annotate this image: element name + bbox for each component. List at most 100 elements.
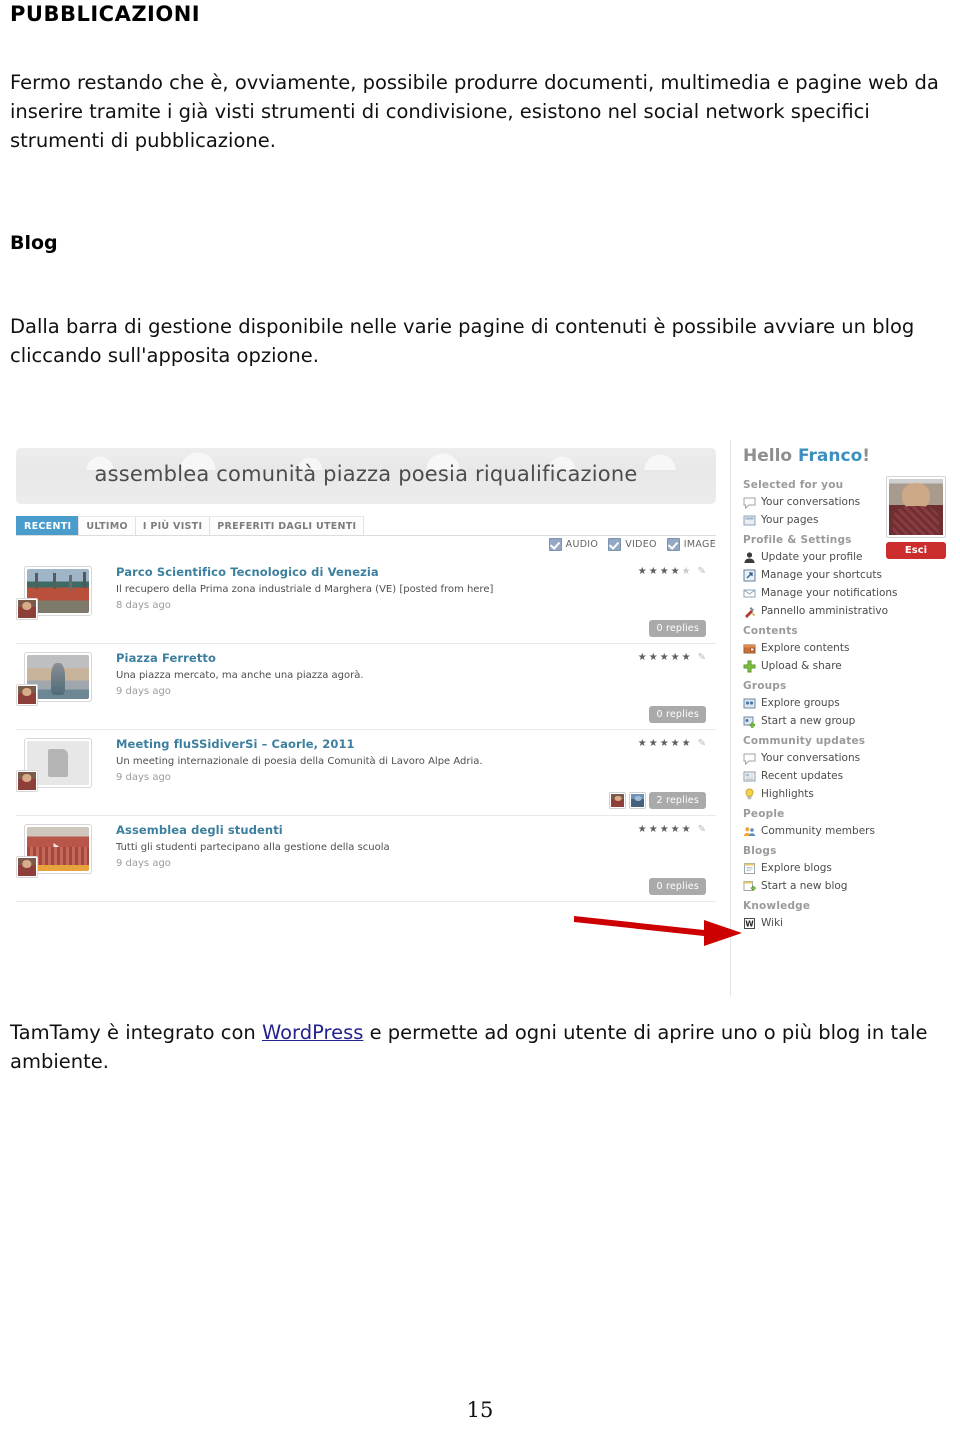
rating-stars[interactable]: ★ ★ ★ ★ ★ ✎: [638, 566, 706, 577]
pencil-edit-icon[interactable]: ✎: [698, 824, 706, 835]
tab-ultimo[interactable]: ULTIMO: [78, 516, 135, 535]
item-timestamp: 9 days ago: [116, 772, 171, 783]
star-icon[interactable]: ★: [649, 566, 658, 577]
star-icon[interactable]: ★: [638, 566, 647, 577]
author-avatar[interactable]: [16, 598, 38, 620]
star-icon[interactable]: ★: [682, 566, 691, 577]
author-avatar[interactable]: [16, 684, 38, 706]
sidebar-group-title: People: [743, 808, 785, 820]
banner-title: assemblea comunità piazza poesia riquali…: [94, 462, 638, 486]
envelope-icon: [743, 587, 756, 600]
screenshot-main-column: assemblea comunità piazza poesia riquali…: [8, 440, 730, 996]
wordpress-link[interactable]: WordPress: [262, 1021, 363, 1044]
tab-i-pi-visti[interactable]: I PIÙ VISTI: [134, 516, 210, 535]
item-title[interactable]: Piazza Ferretto: [116, 651, 216, 665]
sidebar-item-highlights[interactable]: Highlights: [743, 785, 943, 803]
group-icon: [743, 697, 756, 710]
replies-group[interactable]: 0 replies: [649, 620, 706, 637]
replies-count-badge[interactable]: 2 replies: [649, 792, 706, 809]
pencil-edit-icon[interactable]: ✎: [698, 566, 706, 577]
filter-label: VIDEO: [625, 539, 657, 550]
tools-icon: [743, 605, 756, 618]
star-icon[interactable]: ★: [682, 652, 691, 663]
sidebar-item-label: Update your profile: [761, 551, 863, 563]
filter-video[interactable]: VIDEO: [608, 538, 657, 551]
star-icon[interactable]: ★: [671, 566, 680, 577]
filter-audio[interactable]: AUDIO: [548, 538, 599, 551]
box-icon: [743, 642, 756, 655]
tab-recenti[interactable]: RECENTI: [16, 516, 79, 535]
star-icon[interactable]: ★: [638, 824, 647, 835]
item-title[interactable]: Assemblea degli studenti: [116, 823, 283, 837]
play-icon: [53, 843, 63, 855]
sidebar-item-label: Start a new group: [761, 715, 856, 727]
greeting: Hello Franco!: [743, 446, 870, 466]
rating-stars[interactable]: ★ ★ ★ ★ ★ ✎: [638, 824, 706, 835]
sidebar-item-recent-updates[interactable]: Recent updates: [743, 767, 943, 785]
star-icon[interactable]: ★: [682, 824, 691, 835]
sidebar-item-explore-blogs[interactable]: Explore blogs: [743, 859, 943, 877]
replies-count-badge[interactable]: 0 replies: [649, 878, 706, 895]
sidebar-item-label: Manage your notifications: [761, 587, 898, 599]
sidebar-group-title: Groups: [743, 680, 787, 692]
blog-paragraph: Dalla barra di gestione disponibile nell…: [10, 315, 915, 367]
star-icon[interactable]: ★: [638, 738, 647, 749]
feed-item[interactable]: Assemblea degli studenti Tutti gli studen…: [16, 816, 716, 902]
star-icon[interactable]: ★: [660, 566, 669, 577]
star-icon[interactable]: ★: [682, 738, 691, 749]
sidebar-item-label: Your conversations: [761, 496, 861, 508]
feed-item[interactable]: Piazza Ferretto Una piazza mercato, ma an…: [16, 644, 716, 730]
author-avatar[interactable]: [16, 856, 38, 878]
pencil-edit-icon[interactable]: ✎: [698, 738, 706, 749]
replies-count-badge[interactable]: 0 replies: [649, 620, 706, 637]
sidebar-item-your-conversations[interactable]: Your conversations: [743, 749, 943, 767]
feed-item[interactable]: Meeting fluSSidiverSi – Caorle, 2011 Un m…: [16, 730, 716, 816]
checkbox-image-icon[interactable]: [666, 538, 680, 551]
sidebar-item-start-a-new-blog[interactable]: Start a new blog: [743, 877, 943, 895]
reply-avatar[interactable]: [609, 792, 627, 809]
sidebar-item-community-members[interactable]: Community members: [743, 822, 943, 840]
item-title[interactable]: Parco Scientifico Tecnologico di Venezia: [116, 565, 379, 579]
sidebar-item-label: Your conversations: [761, 752, 861, 764]
rating-stars[interactable]: ★ ★ ★ ★ ★ ✎: [638, 652, 706, 663]
sidebar-item-your-pages[interactable]: Your pages: [743, 511, 943, 529]
checkbox-video-icon[interactable]: [608, 538, 622, 551]
rating-stars[interactable]: ★ ★ ★ ★ ★ ✎: [638, 738, 706, 749]
star-icon[interactable]: ★: [671, 824, 680, 835]
sidebar-item-start-a-new-group[interactable]: Start a new group: [743, 712, 943, 730]
replies-group[interactable]: 0 replies: [649, 878, 706, 895]
sidebar-item-manage-your-notifications[interactable]: Manage your notifications: [743, 584, 943, 602]
replies-group[interactable]: 2 replies: [609, 792, 706, 809]
greeting-exclamation: !: [862, 446, 871, 466]
star-icon[interactable]: ★: [660, 824, 669, 835]
replies-group[interactable]: 0 replies: [649, 706, 706, 723]
sidebar-item-update-your-profile[interactable]: Update your profile: [743, 548, 943, 566]
star-icon[interactable]: ★: [660, 652, 669, 663]
sidebar-item-explore-contents[interactable]: Explore contents: [743, 639, 943, 657]
item-title[interactable]: Meeting fluSSidiverSi – Caorle, 2011: [116, 737, 355, 751]
star-icon[interactable]: ★: [638, 652, 647, 663]
star-icon[interactable]: ★: [671, 738, 680, 749]
star-icon[interactable]: ★: [649, 824, 658, 835]
feed-item[interactable]: Parco Scientifico Tecnologico di Venezia…: [16, 558, 716, 644]
star-icon[interactable]: ★: [649, 738, 658, 749]
sidebar-item-explore-groups[interactable]: Explore groups: [743, 694, 943, 712]
star-icon[interactable]: ★: [671, 652, 680, 663]
wiki-w-icon: W: [743, 917, 756, 930]
sidebar-item-upload-share[interactable]: Upload & share: [743, 657, 943, 675]
page-number: 15: [466, 1398, 494, 1422]
reply-avatar[interactable]: [629, 792, 647, 809]
filter-image[interactable]: IMAGE: [666, 538, 716, 551]
star-icon[interactable]: ★: [649, 652, 658, 663]
sidebar-item-manage-your-shortcuts[interactable]: Manage your shortcuts: [743, 566, 943, 584]
sidebar-item-your-conversations[interactable]: Your conversations: [743, 493, 943, 511]
sidebar-item-pannello-amministrativo[interactable]: Pannello amministrativo: [743, 602, 943, 620]
checkbox-audio-icon[interactable]: [548, 538, 562, 551]
author-avatar[interactable]: [16, 770, 38, 792]
replies-count-badge[interactable]: 0 replies: [649, 706, 706, 723]
shortcut-arrow-icon: [743, 569, 756, 582]
star-icon[interactable]: ★: [660, 738, 669, 749]
sidebar-item-wiki[interactable]: W Wiki: [743, 914, 943, 932]
pencil-edit-icon[interactable]: ✎: [698, 652, 706, 663]
tab-preferiti-dagli-utenti[interactable]: PREFERITI DAGLI UTENTI: [209, 516, 365, 535]
